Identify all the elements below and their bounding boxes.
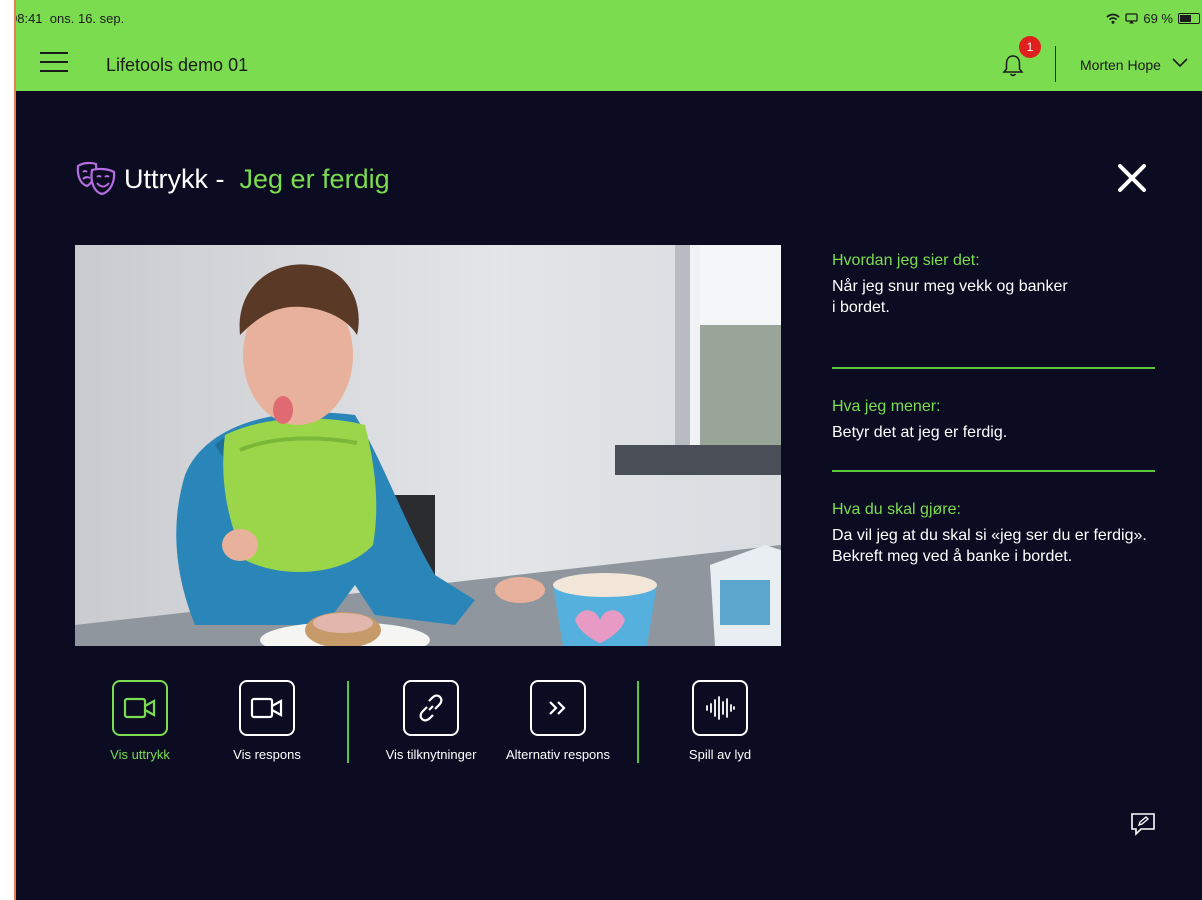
- show-response-button[interactable]: Vis respons: [207, 680, 327, 762]
- status-date: ons. 16. sep.: [49, 11, 125, 26]
- page-title-name: Jeg er ferdig: [239, 164, 390, 194]
- expression-video[interactable]: [75, 245, 781, 646]
- divider: [637, 681, 639, 763]
- hamburger-menu-button[interactable]: [40, 52, 68, 74]
- how-text-line2: i bordet.: [832, 299, 890, 316]
- video-camera-icon: [239, 680, 295, 736]
- feedback-edit-icon[interactable]: [1129, 810, 1157, 838]
- mean-label: Hva jeg mener:: [832, 398, 941, 415]
- app-title: Lifetools demo 01: [106, 55, 249, 75]
- battery-percent: 69 %: [1143, 11, 1173, 26]
- divider: [832, 470, 1155, 472]
- do-text-line1: Da vil jeg at du skal si «jeg ser du er …: [832, 527, 1147, 544]
- show-response-label: Vis respons: [233, 747, 301, 762]
- section-meaning: Hva jeg mener: Betyr det at jeg er ferdi…: [832, 398, 1007, 443]
- divider: [1055, 46, 1056, 82]
- divider: [347, 681, 349, 763]
- top-bar: 08:41 ons. 16. sep. 69 % Lifetools demo …: [16, 0, 1202, 91]
- show-connections-label: Vis tilknytninger: [385, 747, 477, 762]
- video-still-image: [75, 245, 781, 646]
- page-title-prefix: Uttrykk -: [124, 164, 225, 194]
- wifi-icon: [1106, 13, 1120, 24]
- battery-icon: [1178, 13, 1200, 24]
- status-time: 08:41: [16, 11, 43, 26]
- do-label: Hva du skal gjøre:: [832, 501, 961, 518]
- close-icon[interactable]: [1116, 162, 1148, 194]
- app-frame: 08:41 ons. 16. sep. 69 % Lifetools demo …: [14, 0, 1202, 900]
- notification-badge: 1: [1019, 36, 1041, 58]
- do-text-line2: Bekreft meg ved å banke i bordet.: [832, 548, 1073, 565]
- divider: [832, 367, 1155, 369]
- status-indicators: 69 %: [1106, 11, 1200, 26]
- alternative-response-button[interactable]: Alternativ respons: [498, 680, 618, 762]
- show-expression-button[interactable]: Vis uttrykk: [80, 680, 200, 762]
- mean-text: Betyr det at jeg er ferdig.: [832, 424, 1008, 441]
- video-camera-icon: [112, 680, 168, 736]
- play-sound-label: Spill av lyd: [688, 747, 752, 762]
- sound-wave-icon: [692, 680, 748, 736]
- section-how: Hvordan jeg sier det: Når jeg snur meg v…: [832, 252, 1068, 318]
- screen-mirroring-icon: [1125, 13, 1139, 24]
- chevron-down-icon[interactable]: [1172, 58, 1188, 68]
- link-icon: [403, 680, 459, 736]
- show-connections-button[interactable]: Vis tilknytninger: [371, 680, 491, 762]
- how-text-line1: Når jeg snur meg vekk og banker: [832, 278, 1068, 295]
- play-sound-button[interactable]: Spill av lyd: [660, 680, 780, 762]
- user-menu[interactable]: Morten Hope: [1080, 57, 1161, 73]
- show-expression-label: Vis uttrykk: [110, 747, 170, 762]
- alternative-response-label: Alternativ respons: [505, 747, 611, 762]
- status-bar-time: 08:41 ons. 16. sep.: [16, 11, 125, 26]
- page-title: Uttrykk - Jeg er ferdig: [124, 164, 390, 195]
- how-label: Hvordan jeg sier det:: [832, 252, 980, 269]
- double-chevron-right-icon: [530, 680, 586, 736]
- theater-masks-icon: [76, 161, 116, 196]
- bell-icon[interactable]: [1001, 53, 1025, 79]
- section-action: Hva du skal gjøre: Da vil jeg at du skal…: [832, 501, 1177, 567]
